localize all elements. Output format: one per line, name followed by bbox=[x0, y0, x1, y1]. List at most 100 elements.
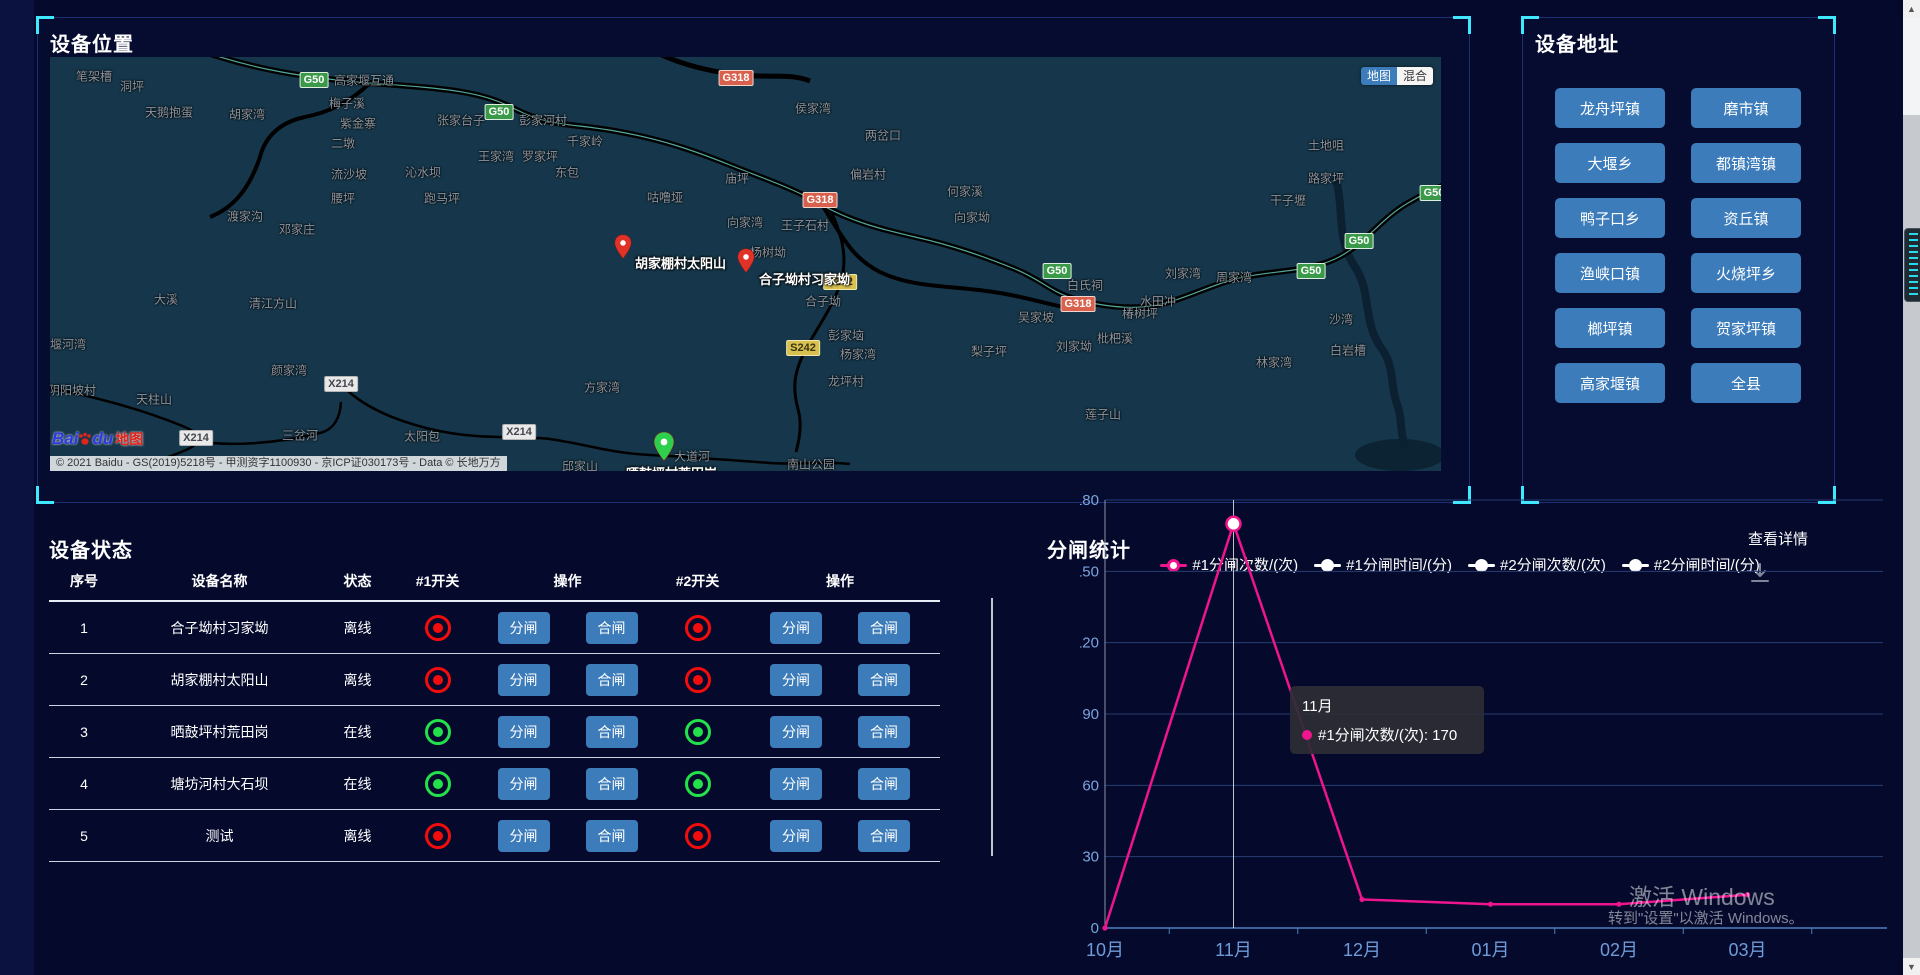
svg-text:0: 0 bbox=[1091, 920, 1099, 937]
device-address-panel: 设备地址 龙舟坪镇磨市镇大堰乡都镇湾镇鸭子口乡资丘镇渔峡口镇火烧坪乡榔坪镇贺家坪… bbox=[1522, 17, 1835, 503]
open-switch-button[interactable]: 分闸 bbox=[498, 820, 550, 852]
map-pin-icon[interactable] bbox=[614, 234, 632, 265]
map-place-label: 梅子溪 bbox=[329, 95, 365, 112]
open-switch-button[interactable]: 分闸 bbox=[498, 716, 550, 748]
scrollbar-down-arrow-icon[interactable] bbox=[1903, 958, 1920, 975]
table-row: 1合子坳村习家坳离线分闸合闸分闸合闸 bbox=[49, 602, 940, 654]
address-button[interactable]: 资丘镇 bbox=[1691, 198, 1801, 238]
map-pin-icon[interactable] bbox=[653, 432, 675, 467]
switch2-cell bbox=[655, 667, 740, 693]
map-type-map-button[interactable]: 地图 bbox=[1361, 67, 1397, 85]
device-status-table: 序号设备名称状态#1开关操作#2开关操作 1合子坳村习家坳离线分闸合闸分闸合闸2… bbox=[49, 562, 940, 862]
close-switch-button[interactable]: 合闸 bbox=[858, 664, 910, 696]
map-place-label: 胡家湾 bbox=[229, 106, 265, 123]
close-switch-button[interactable]: 合闸 bbox=[858, 768, 910, 800]
road-badge-G50: G50 bbox=[300, 72, 329, 88]
table-row: 2胡家棚村太阳山离线分闸合闸分闸合闸 bbox=[49, 654, 940, 706]
close-switch-button[interactable]: 合闸 bbox=[586, 612, 638, 644]
address-button[interactable]: 大堰乡 bbox=[1555, 143, 1665, 183]
svg-text:150: 150 bbox=[1080, 563, 1099, 580]
open-switch-button[interactable]: 分闸 bbox=[770, 820, 822, 852]
map-place-label: 天柱山 bbox=[136, 391, 172, 408]
close-switch-button[interactable]: 合闸 bbox=[586, 716, 638, 748]
vertical-scrollbar[interactable] bbox=[1903, 0, 1920, 975]
device-status-title: 设备状态 bbox=[49, 534, 133, 563]
device-status-rows: 1合子坳村习家坳离线分闸合闸分闸合闸2胡家棚村太阳山离线分闸合闸分闸合闸3晒鼓坪… bbox=[49, 602, 940, 862]
operation1-cell: 分闸 合闸 bbox=[480, 716, 655, 748]
open-switch-button[interactable]: 分闸 bbox=[770, 664, 822, 696]
address-button-grid: 龙舟坪镇磨市镇大堰乡都镇湾镇鸭子口乡资丘镇渔峡口镇火烧坪乡榔坪镇贺家坪镇高家堰镇… bbox=[1555, 88, 1803, 403]
switch1-indicator-red bbox=[425, 823, 451, 849]
map-pin-icon[interactable] bbox=[737, 248, 755, 279]
map-place-label: 邓家庄 bbox=[279, 221, 315, 238]
map-place-label: 王家湾 bbox=[478, 148, 514, 165]
address-button[interactable]: 渔峡口镇 bbox=[1555, 253, 1665, 293]
scrollbar-thumb[interactable] bbox=[1903, 17, 1920, 115]
map-place-label: 何家溪 bbox=[947, 183, 983, 200]
map-place-label: 梨子坪 bbox=[971, 343, 1007, 360]
switch1-cell bbox=[395, 615, 480, 641]
open-switch-button[interactable]: 分闸 bbox=[498, 664, 550, 696]
map-place-label: 二墩 bbox=[331, 135, 355, 152]
close-switch-button[interactable]: 合闸 bbox=[586, 664, 638, 696]
chart-tooltip: 11月 #1分闸次数/(次): 170 bbox=[1290, 686, 1484, 754]
operation1-cell: 分闸 合闸 bbox=[480, 612, 655, 644]
address-button[interactable]: 鸭子口乡 bbox=[1555, 198, 1665, 238]
map-place-label: 水田冲 bbox=[1140, 293, 1176, 310]
map-place-label: 洞坪 bbox=[120, 78, 144, 95]
map-type-hybrid-button[interactable]: 混合 bbox=[1397, 67, 1433, 85]
close-switch-button[interactable]: 合闸 bbox=[858, 612, 910, 644]
map-place-label: 颜家湾 bbox=[271, 362, 307, 379]
switch2-indicator-green bbox=[685, 771, 711, 797]
baidu-paw-icon bbox=[78, 432, 92, 447]
close-switch-button[interactable]: 合闸 bbox=[586, 820, 638, 852]
map-pin-label: 胡家棚村太阳山 bbox=[635, 253, 726, 272]
close-switch-button[interactable]: 合闸 bbox=[858, 716, 910, 748]
device-location-title: 设备位置 bbox=[50, 28, 134, 57]
close-switch-button[interactable]: 合闸 bbox=[858, 820, 910, 852]
device-status-text: 离线 bbox=[320, 618, 395, 638]
table-row: 4塘坊河村大石坝在线分闸合闸分闸合闸 bbox=[49, 758, 940, 810]
address-button[interactable]: 全县 bbox=[1691, 363, 1801, 403]
corner-decoration bbox=[1453, 16, 1471, 34]
address-button[interactable]: 贺家坪镇 bbox=[1691, 308, 1801, 348]
column-header: 状态 bbox=[320, 571, 395, 591]
operation2-cell: 分闸 合闸 bbox=[740, 820, 940, 852]
map-place-label: 大溪 bbox=[154, 291, 178, 308]
map-place-label: 两岔口 bbox=[865, 127, 901, 144]
operation2-cell: 分闸 合闸 bbox=[740, 768, 940, 800]
svg-text:01月: 01月 bbox=[1471, 940, 1509, 960]
tooltip-title: 11月 bbox=[1302, 695, 1472, 716]
device-status-header-row: 序号设备名称状态#1开关操作#2开关操作 bbox=[49, 562, 940, 602]
map-place-label: 侯家湾 bbox=[795, 100, 831, 117]
device-name: 塘坊河村大石坝 bbox=[119, 774, 320, 794]
map-place-label: 邱家山 bbox=[562, 458, 598, 472]
close-switch-button[interactable]: 合闸 bbox=[586, 768, 638, 800]
address-button[interactable]: 磨市镇 bbox=[1691, 88, 1801, 128]
map-type-control: 地图 混合 bbox=[1361, 67, 1433, 85]
svg-text:11月: 11月 bbox=[1215, 940, 1252, 960]
map-place-label: 龙坪村 bbox=[828, 373, 864, 390]
map-place-label: 彭家河村 bbox=[519, 112, 567, 129]
map-place-label: 杨家湾 bbox=[840, 346, 876, 363]
address-button[interactable]: 火烧坪乡 bbox=[1691, 253, 1801, 293]
svg-text:90: 90 bbox=[1082, 706, 1099, 723]
map-place-label: 阴阳坡村 bbox=[50, 382, 96, 399]
open-switch-button[interactable]: 分闸 bbox=[770, 612, 822, 644]
baidu-map[interactable]: 笔架槽洞坪天鹅抱蛋胡家湾高家堰互通梅子溪紫金寨二墩流沙坡沁水坝张家台子彭家河村千… bbox=[50, 57, 1441, 471]
address-button[interactable]: 龙舟坪镇 bbox=[1555, 88, 1665, 128]
map-place-label: 笔架槽 bbox=[76, 68, 112, 85]
address-button[interactable]: 榔坪镇 bbox=[1555, 308, 1665, 348]
operation1-cell: 分闸 合闸 bbox=[480, 820, 655, 852]
open-switch-button[interactable]: 分闸 bbox=[498, 768, 550, 800]
operation1-cell: 分闸 合闸 bbox=[480, 768, 655, 800]
device-name: 合子坳村习家坳 bbox=[119, 618, 320, 638]
scrollbar-up-arrow-icon[interactable] bbox=[1903, 0, 1920, 17]
row-number: 2 bbox=[49, 672, 119, 688]
open-switch-button[interactable]: 分闸 bbox=[770, 768, 822, 800]
address-button[interactable]: 都镇湾镇 bbox=[1691, 143, 1801, 183]
address-button[interactable]: 高家堰镇 bbox=[1555, 363, 1665, 403]
map-place-label: 南山公园 bbox=[787, 456, 835, 472]
open-switch-button[interactable]: 分闸 bbox=[770, 716, 822, 748]
open-switch-button[interactable]: 分闸 bbox=[498, 612, 550, 644]
